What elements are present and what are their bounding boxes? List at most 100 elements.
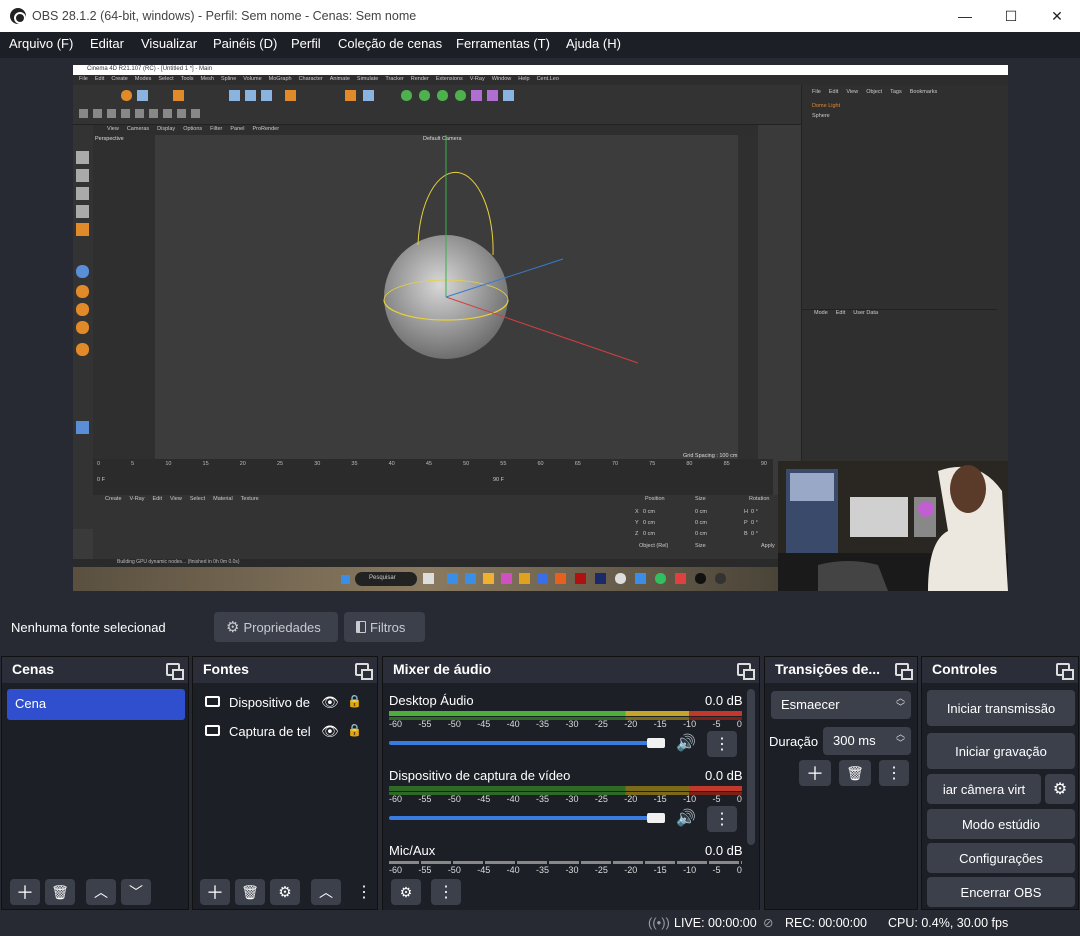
maximize-button[interactable]: ☐	[988, 0, 1034, 32]
source-properties-button[interactable]: ⚙	[270, 879, 300, 905]
menu-ferramentas[interactable]: Ferramentas (T)	[456, 36, 550, 51]
menu-paineis[interactable]: Painéis (D)	[213, 36, 277, 51]
channel-name: Dispositivo de captura de vídeo	[389, 768, 571, 783]
menu-visualizar[interactable]: Visualizar	[141, 36, 197, 51]
channel-db: 0.0 dB	[705, 843, 743, 858]
material-menu-item: Select	[189, 496, 206, 502]
duration-input[interactable]: 300 ms ︿ ﹀	[823, 727, 911, 755]
c4d-menu-item: Window	[491, 76, 512, 82]
scale-tick: -45	[477, 719, 491, 729]
settings-button[interactable]: Configurações	[927, 843, 1075, 873]
mixer-scrollbar[interactable]	[747, 689, 755, 845]
speaker-icon[interactable]: 🔊	[676, 733, 696, 753]
object-menu-item: Tags	[890, 89, 902, 95]
coord-mode: Object (Rel)	[639, 543, 669, 549]
timeline-ticks: 0 5 10 15 20 25 30 35 40 45 50 55 60 65 70 75 80 85 90	[97, 461, 767, 470]
move-scene-down-button[interactable]: ﹀	[121, 879, 151, 905]
gears-icon: ⚙	[399, 883, 413, 900]
menu-ajuda[interactable]: Ajuda (H)	[566, 36, 621, 51]
mixer-settings-button[interactable]: ⚙	[391, 879, 421, 905]
c4d-menu-item: Cent.Leo	[536, 76, 559, 82]
undock-icon[interactable]	[1056, 663, 1074, 680]
menu-perfil[interactable]: Perfil	[291, 36, 321, 51]
rec-icon: ⊘	[763, 916, 774, 930]
source-item[interactable]: Captura de tel 👁 🔒	[199, 722, 371, 744]
remove-source-button[interactable]: 🗑	[235, 879, 265, 905]
source-toolbar: Nenhuma fonte selecionad	[0, 604, 1080, 652]
add-source-button[interactable]: ＋	[200, 879, 230, 905]
scale-tick: -5	[712, 719, 721, 729]
transition-menu-button[interactable]: ⋮	[879, 760, 909, 786]
scale-tick: -10	[683, 719, 697, 729]
volume-slider-handle[interactable]	[647, 813, 665, 823]
remove-transition-button[interactable]: 🗑	[839, 760, 871, 786]
close-button[interactable]: ✕	[1034, 0, 1080, 32]
volume-slider[interactable]	[389, 741, 665, 745]
undock-icon[interactable]	[895, 663, 913, 680]
minimize-button-2[interactable]: —	[942, 0, 988, 32]
virtual-camera-button[interactable]: iar câmera virt	[927, 774, 1041, 804]
filters-button[interactable]: Filtros	[344, 612, 425, 642]
source-item[interactable]: Dispositivo de 👁 🔒	[199, 693, 371, 715]
add-scene-button[interactable]: ＋	[10, 879, 40, 905]
volume-slider[interactable]	[389, 816, 665, 820]
add-transition-button[interactable]: ＋	[799, 760, 831, 786]
menu-colecao-cenas[interactable]: Coleção de cenas	[338, 36, 442, 51]
mixer-dock: Mixer de áudio Desktop Áudio 0.0 dB -60 -…	[382, 656, 760, 910]
volume-slider-handle[interactable]	[647, 738, 665, 748]
scale-tick: -50	[447, 719, 461, 729]
mixer-menu-button[interactable]: ⋮	[431, 879, 461, 905]
studio-mode-button[interactable]: Modo estúdio	[927, 809, 1075, 839]
c4d-viewport[interactable]: Perspective Default Camera Grid Spacing …	[93, 135, 758, 459]
apply-button: Apply	[761, 543, 775, 549]
material-menu: Create V-Ray Edit View Select Material T…	[93, 495, 633, 505]
frame-end: 90 F	[493, 477, 505, 483]
exit-button[interactable]: Encerrar OBS	[927, 877, 1075, 907]
transition-select[interactable]: Esmaecer ︿ ﹀	[771, 691, 911, 719]
lock-icon[interactable]: 🔒	[347, 694, 362, 708]
tick: 45	[425, 461, 432, 467]
scene-item-cena[interactable]: Cena	[7, 689, 185, 720]
coord-x-size: 0 cm	[695, 509, 707, 515]
virtual-camera-settings-button[interactable]: ⚙	[1045, 774, 1075, 804]
controls-title: Controles	[922, 657, 1078, 683]
coord-z-size: 0 cm	[695, 531, 707, 537]
attr-menu-item: Mode	[814, 310, 828, 316]
c4d-material-manager: Create V-Ray Edit View Select Material T…	[93, 495, 633, 559]
remove-scene-button[interactable]: 🗑	[45, 879, 75, 905]
undock-icon[interactable]	[737, 663, 755, 680]
speaker-icon[interactable]: 🔊	[676, 808, 696, 828]
attr-menu: Mode Edit User Data	[802, 309, 997, 319]
scale-tick: -60	[389, 865, 403, 875]
undock-icon[interactable]	[355, 663, 373, 680]
eye-icon[interactable]: 👁	[321, 694, 339, 711]
scale-tick: -60	[389, 719, 403, 729]
webcam-image	[778, 461, 1008, 591]
more-options-button[interactable]: ⋮	[356, 879, 372, 905]
stepper-icon[interactable]: ︿ ﹀	[896, 730, 905, 748]
start-record-button[interactable]: Iniciar gravação	[927, 733, 1075, 769]
menu-arquivo[interactable]: Arquivo (F)	[9, 36, 73, 51]
taskbar-icons	[423, 573, 726, 584]
start-stream-button[interactable]: Iniciar transmissão	[927, 690, 1075, 726]
menu-editar[interactable]: Editar	[90, 36, 124, 51]
duration-value: 300 ms	[833, 733, 876, 748]
eye-icon[interactable]: 👁	[321, 723, 339, 740]
scale-tick: -25	[594, 794, 608, 804]
title-bar: OBS 28.1.2 (64-bit, windows) - Perfil: S…	[0, 0, 1080, 32]
taskbar-search: Pesquisar	[355, 572, 417, 586]
move-source-up-button[interactable]: ︿	[311, 879, 341, 905]
channel-menu-button[interactable]: ⋮	[707, 806, 737, 832]
properties-button[interactable]: ⚙ Propriedades	[214, 612, 338, 642]
channel-menu-button[interactable]: ⋮	[707, 731, 737, 757]
tick: 50	[463, 461, 470, 467]
preview-canvas[interactable]: Cinema 4D R21.107 (RC) - [Untitled 1 *] …	[73, 65, 1008, 591]
object-menu-item: Edit	[828, 89, 839, 95]
coord-z-pos: 0 cm	[643, 531, 655, 537]
move-scene-up-button[interactable]: ︿	[86, 879, 116, 905]
c4d-status: Building GPU dynamic nodes... (finished …	[73, 559, 778, 567]
undock-icon[interactable]	[166, 663, 184, 680]
tick: 60	[537, 461, 544, 467]
lock-icon[interactable]: 🔒	[347, 723, 362, 737]
chevron-down-icon: ﹀	[129, 884, 143, 900]
